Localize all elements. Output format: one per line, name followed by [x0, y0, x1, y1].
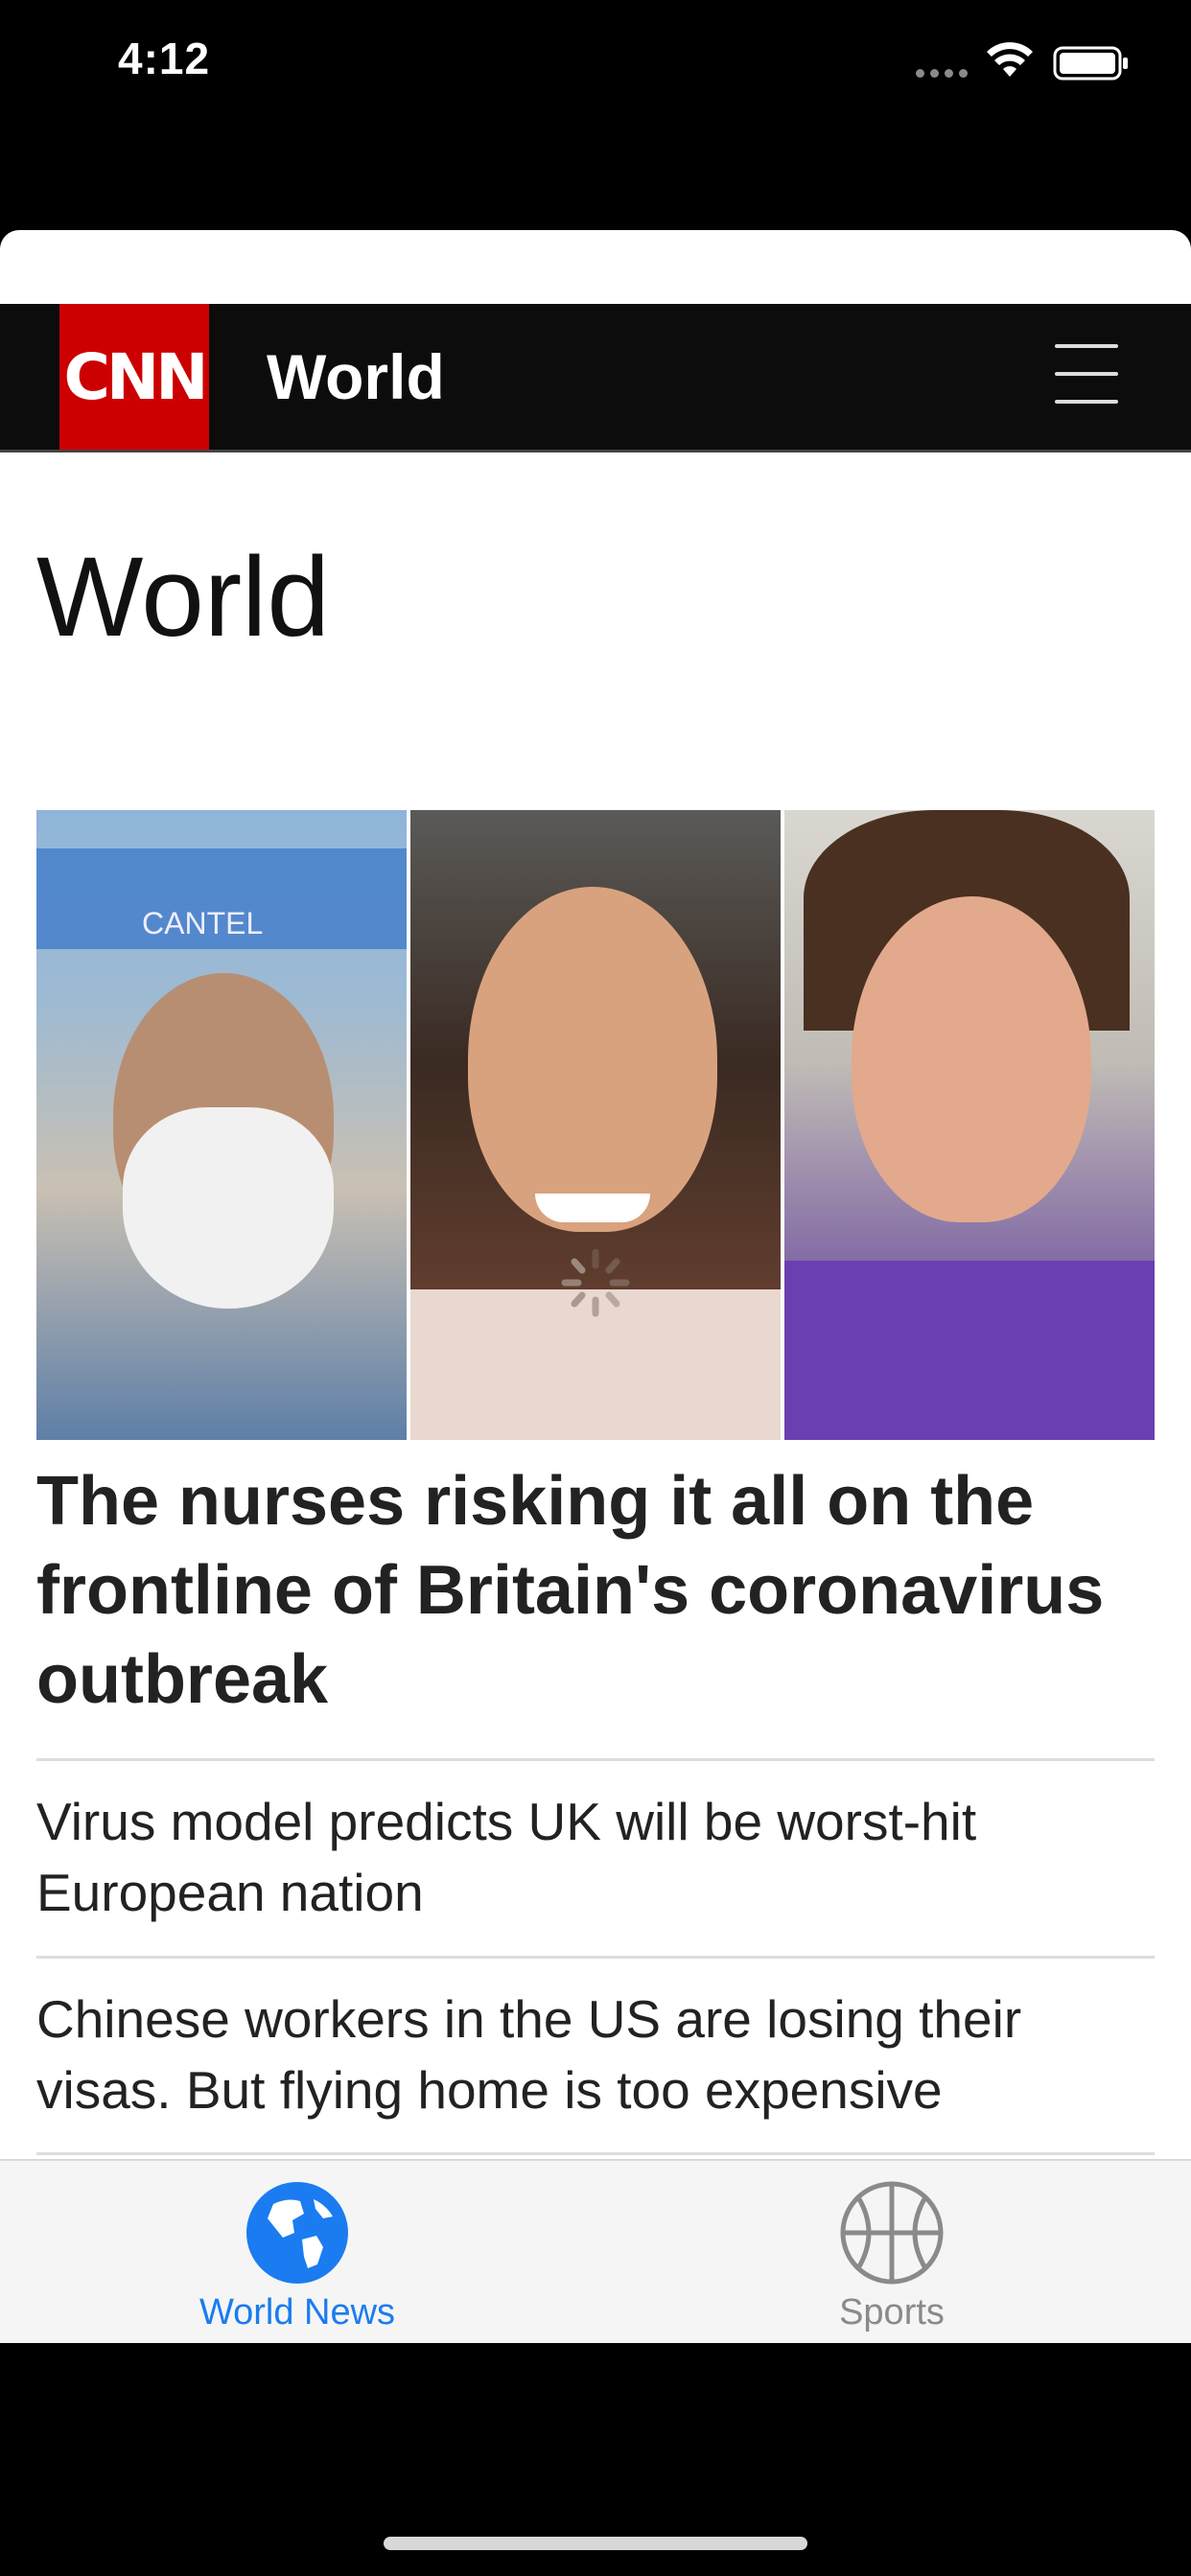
hamburger-menu-icon[interactable]	[1055, 344, 1118, 407]
status-bar: 4:12	[0, 0, 1191, 134]
divider	[36, 2152, 1155, 2155]
loading-spinner-icon	[561, 1248, 630, 1317]
tab-label: Sports	[839, 2292, 945, 2332]
tab-world-news[interactable]: World News	[153, 2161, 441, 2343]
hero-image[interactable]: CANTEL	[36, 810, 1155, 1440]
photo-panel-3	[784, 810, 1155, 1440]
battery-icon	[1053, 46, 1128, 81]
divider	[36, 1956, 1155, 1959]
cnn-logo[interactable]: CNN	[59, 304, 209, 450]
photo-caption-text: CANTEL	[142, 906, 264, 940]
photo-panel-1: CANTEL	[36, 810, 410, 1440]
section-title: World	[267, 341, 445, 412]
photo-panel-2	[410, 810, 784, 1440]
story-link[interactable]: Virus model predicts UK will be worst-hi…	[36, 1786, 1155, 1928]
basketball-icon	[840, 2181, 944, 2285]
web-sheet: CNN World World CANTEL The nurses riskin…	[0, 230, 1191, 2343]
wifi-icon	[987, 42, 1033, 77]
divider	[36, 1758, 1155, 1761]
globe-icon	[246, 2182, 348, 2284]
page-title: World	[36, 534, 331, 661]
tab-bar: World News Sports	[0, 2159, 1191, 2343]
featured-headline[interactable]: The nurses risking it all on the frontli…	[36, 1457, 1155, 1725]
site-header: CNN World	[0, 304, 1191, 453]
cellular-signal-icon	[916, 69, 968, 78]
home-indicator[interactable]	[384, 2537, 807, 2550]
tab-sports[interactable]: Sports	[748, 2161, 1036, 2343]
story-link[interactable]: Chinese workers in the US are losing the…	[36, 1984, 1155, 2125]
status-time: 4:12	[118, 34, 211, 83]
tab-label: World News	[198, 2292, 396, 2332]
